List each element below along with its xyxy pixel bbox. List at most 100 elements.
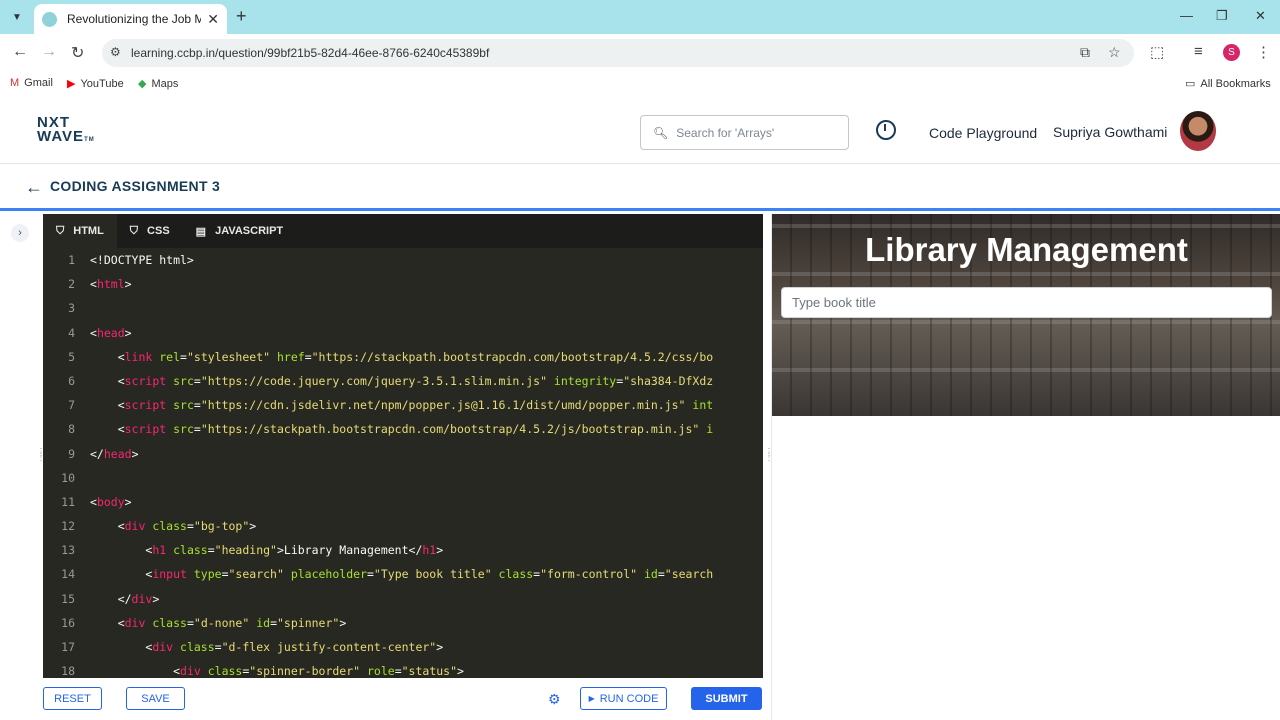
reset-button[interactable]: RESET bbox=[43, 687, 102, 710]
chevron-right-icon[interactable]: › bbox=[11, 224, 29, 242]
back-arrow-icon[interactable]: ← bbox=[25, 177, 43, 198]
all-bookmarks[interactable]: ▭ All Bookmarks bbox=[1185, 77, 1271, 91]
code-token: "sha384-DfXdz bbox=[623, 373, 714, 388]
code-line[interactable]: 17 <div class="d-flex justify-content-ce… bbox=[43, 635, 763, 659]
search-placeholder[interactable]: Search for 'Arrays' bbox=[676, 126, 774, 140]
code-line[interactable]: 16 <div class="d-none" id="spinner"> bbox=[43, 611, 763, 635]
code-token: < bbox=[90, 543, 153, 558]
code-line[interactable]: 9 </head> bbox=[43, 442, 763, 466]
media-controls-icon[interactable]: ≡ bbox=[1194, 43, 1203, 60]
code-token: "heading" bbox=[214, 543, 277, 558]
code-token: i bbox=[699, 422, 714, 437]
code-token: role bbox=[360, 664, 395, 678]
back-icon[interactable]: ← bbox=[12, 43, 28, 61]
pane-divider[interactable]: ⋮ ⋮ bbox=[763, 214, 774, 720]
youtube-icon: ▶ bbox=[67, 78, 76, 90]
minimize-icon[interactable]: — bbox=[1180, 8, 1193, 23]
line-number: 1 bbox=[68, 253, 75, 267]
code-lines[interactable]: 1 <!DOCTYPE html> 2 <html> 3 4 <head> 5 <link r… bbox=[43, 248, 763, 678]
code-editor[interactable]: ⛉ HTML ⛉ CSS ▤ JAVASCRIPT 1 <!DOCTYPE htm… bbox=[43, 214, 763, 678]
window-close-icon[interactable]: ✕ bbox=[1255, 8, 1266, 24]
code-token: html bbox=[96, 277, 125, 292]
site-info-icon[interactable]: ⚙ bbox=[110, 45, 121, 59]
save-button[interactable]: SAVE bbox=[126, 687, 185, 710]
browser-tab[interactable]: Revolutionizing the Job Market ✕ bbox=[34, 4, 227, 34]
code-line[interactable]: 11 <body> bbox=[43, 490, 763, 514]
output-preview: Library Management bbox=[771, 214, 1280, 720]
code-line[interactable]: 14 <input type="search" placeholder="Typ… bbox=[43, 562, 763, 586]
extensions-icon[interactable]: ⬚ bbox=[1150, 43, 1164, 61]
code-line[interactable]: 7 <script src="https://cdn.jsdelivr.net/… bbox=[43, 393, 763, 417]
code-line[interactable]: 2 <html> bbox=[43, 272, 763, 296]
restore-icon[interactable]: ❐ bbox=[1216, 8, 1228, 24]
code-token: = bbox=[366, 567, 374, 582]
code-line[interactable]: 3 bbox=[43, 296, 763, 320]
code-token: < bbox=[90, 398, 125, 413]
code-token: = bbox=[214, 640, 222, 654]
nxtwave-logo[interactable]: NXT WAVETM bbox=[37, 115, 95, 147]
code-line[interactable]: 4 <head> bbox=[43, 321, 763, 345]
install-app-icon[interactable]: ⧉ bbox=[1080, 44, 1090, 61]
code-token: < bbox=[90, 519, 125, 534]
tab-close-icon[interactable]: ✕ bbox=[207, 11, 219, 28]
bookmark-youtube[interactable]: ▶ YouTube bbox=[67, 77, 124, 91]
tab-html[interactable]: ⛉ HTML bbox=[43, 214, 117, 248]
code-token: div bbox=[180, 664, 201, 678]
tab-title: Revolutionizing the Job Market bbox=[67, 12, 202, 26]
user-name[interactable]: Supriya Gowthami bbox=[1053, 124, 1167, 140]
profile-avatar[interactable]: S bbox=[1223, 44, 1240, 61]
bookmark-gmail[interactable]: M Gmail bbox=[10, 77, 53, 89]
code-line[interactable]: 5 <link rel="stylesheet" href="https://s… bbox=[43, 345, 763, 369]
code-token: div bbox=[131, 591, 153, 606]
code-token: "status" bbox=[401, 664, 458, 678]
code-line[interactable]: 8 <script src="https://stackpath.bootstr… bbox=[43, 417, 763, 441]
tab-search-icon[interactable]: ▼ bbox=[6, 6, 28, 28]
reload-icon[interactable]: ↻ bbox=[71, 43, 84, 63]
folder-icon: ▭ bbox=[1185, 78, 1196, 90]
submit-button[interactable]: SUBMIT bbox=[691, 687, 762, 710]
user-avatar[interactable] bbox=[1180, 111, 1216, 151]
code-token: id bbox=[249, 615, 271, 630]
url-text[interactable]: learning.ccbp.in/question/99bf21b5-82d4-… bbox=[131, 46, 489, 60]
code-token: < bbox=[90, 640, 153, 654]
forward-icon[interactable]: → bbox=[41, 43, 57, 61]
code-line[interactable]: 15 </div> bbox=[43, 587, 763, 611]
search-box[interactable]: 🔍︎ Search for 'Arrays' bbox=[640, 115, 849, 150]
book-search-input[interactable] bbox=[781, 287, 1272, 318]
bookmark-maps[interactable]: ◆ Maps bbox=[138, 77, 178, 91]
gmail-icon: M bbox=[10, 77, 20, 89]
code-token: h1 bbox=[422, 543, 437, 558]
tab-javascript[interactable]: ▤ JAVASCRIPT bbox=[183, 214, 296, 248]
browser-toolbar: ← → ↻ ⚙ learning.ccbp.in/question/99bf21… bbox=[0, 34, 1280, 72]
address-bar[interactable]: ⚙ learning.ccbp.in/question/99bf21b5-82d… bbox=[102, 39, 1134, 67]
stopwatch-icon[interactable] bbox=[876, 120, 896, 140]
line-number: 14 bbox=[61, 567, 75, 582]
code-playground-link[interactable]: Code Playground bbox=[929, 125, 1037, 141]
code-token: script bbox=[124, 398, 167, 413]
code-token: "search" bbox=[228, 567, 284, 582]
browser-tab-bar: ▼ Revolutionizing the Job Market ✕ + — ❐… bbox=[0, 0, 1280, 34]
code-line[interactable]: 12 <div class="bg-top"> bbox=[43, 514, 763, 538]
code-token: </ bbox=[90, 446, 104, 461]
code-token: body bbox=[96, 494, 125, 509]
code-token: = bbox=[657, 567, 665, 582]
search-icon: 🔍︎ bbox=[653, 125, 669, 140]
new-tab-icon[interactable]: + bbox=[236, 6, 247, 27]
code-token: div bbox=[124, 519, 146, 534]
code-line[interactable]: 13 <h1 class="heading">Library Managemen… bbox=[43, 538, 763, 562]
code-token: = bbox=[394, 664, 402, 678]
line-number: 10 bbox=[61, 470, 75, 485]
settings-gear-icon[interactable]: ⚙ bbox=[548, 691, 561, 708]
line-number: 4 bbox=[68, 325, 75, 340]
code-token: > bbox=[457, 664, 464, 678]
bookmark-star-icon[interactable]: ☆ bbox=[1108, 44, 1121, 61]
run-code-button[interactable]: ▶ RUN CODE bbox=[580, 687, 667, 710]
code-line[interactable]: 18 <div class="spinner-border" role="sta… bbox=[43, 659, 763, 678]
code-line[interactable]: 1 <!DOCTYPE html> bbox=[43, 248, 763, 272]
code-token: "search bbox=[664, 567, 714, 582]
code-token: "d-none" bbox=[193, 615, 250, 630]
code-line[interactable]: 6 <script src="https://code.jquery.com/j… bbox=[43, 369, 763, 393]
code-line[interactable]: 10 bbox=[43, 466, 763, 490]
browser-menu-icon[interactable]: ⋮ bbox=[1256, 43, 1271, 61]
tab-css[interactable]: ⛉ CSS bbox=[117, 214, 183, 248]
